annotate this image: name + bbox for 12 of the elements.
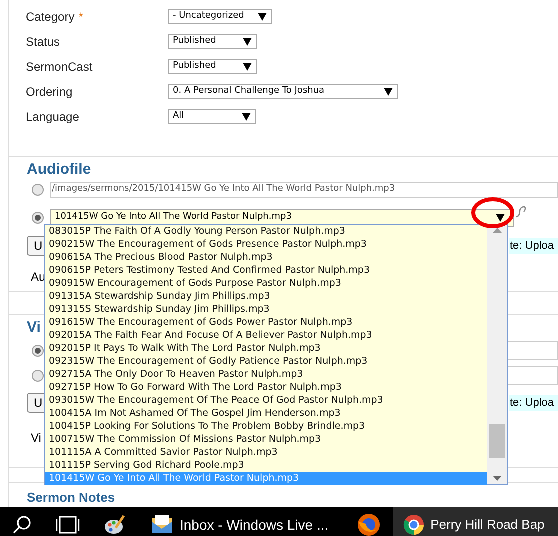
field-label: Language <box>26 108 80 126</box>
section-legend: Vi <box>27 317 41 335</box>
upload-note: te: Uploa <box>509 394 558 412</box>
field-label: SermonCast <box>26 58 93 76</box>
field-label: Category <box>26 8 75 26</box>
section-legend: Audiofile <box>27 159 92 177</box>
required-mark: * <box>78 8 84 26</box>
field-label: Status <box>26 34 60 50</box>
section-legend: Sermon Notes <box>27 490 116 505</box>
field-label: Ordering <box>26 84 73 100</box>
upload-note: te: Uploa <box>509 238 558 254</box>
field-label: Vi <box>31 430 42 447</box>
